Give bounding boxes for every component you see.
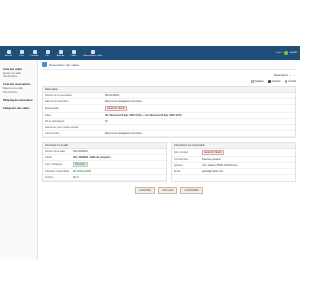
nav-reservations[interactable]: Réservations salles bbox=[81, 49, 105, 57]
user-name[interactable]: ADMIN bbox=[290, 52, 297, 54]
finance-icon bbox=[45, 49, 50, 54]
calendar-icon bbox=[58, 49, 63, 54]
nav-fin[interactable]: Fin. bbox=[42, 49, 53, 57]
top-navbar: Accueil Tiers Produits Fin. Agenda Outil… bbox=[0, 46, 300, 60]
main-content: Réservation des salles Réservations ‹ › … bbox=[42, 60, 296, 194]
nav-agenda[interactable]: Agenda bbox=[55, 49, 66, 57]
sidebar-link[interactable]: Voir Archivés bbox=[3, 91, 34, 94]
sidebar-group-reservations: Liste des réservations Réserver une sall… bbox=[3, 83, 34, 93]
radio-icon bbox=[284, 80, 288, 83]
view-options: Détaillée Agrandir Vertical bbox=[42, 80, 296, 83]
product-icon bbox=[32, 49, 37, 54]
responsible-chip[interactable]: Gérard D. Martin bbox=[105, 106, 127, 111]
sidebar-title[interactable]: Liste des salles bbox=[3, 68, 34, 71]
room-icon bbox=[91, 49, 95, 54]
instance-label: Inst.1 bbox=[276, 52, 282, 54]
nav-outils[interactable]: Outils bbox=[68, 49, 79, 57]
record-nav: Réservations ‹ › bbox=[42, 73, 296, 77]
tools-icon bbox=[71, 49, 76, 54]
action-bar: MODIFIER ANNULER SUPPRIMER bbox=[42, 187, 296, 194]
page-title: Réservation des salles bbox=[49, 62, 80, 67]
radio-checked-icon bbox=[267, 80, 271, 83]
delete-button[interactable]: SUPPRIMER bbox=[180, 187, 203, 194]
nav-accueil[interactable]: Accueil bbox=[3, 49, 14, 57]
record-nav-label: Réservations bbox=[274, 73, 288, 77]
sidebar-title[interactable]: Catégories des salles bbox=[3, 107, 34, 110]
table-row: Surface 60 m² bbox=[43, 175, 166, 181]
reservation-card: Réservation Numéro de la réservation RS-0… bbox=[42, 86, 296, 138]
avatar[interactable] bbox=[283, 51, 288, 55]
sidebar-group-planning: Planning de réservation bbox=[3, 99, 34, 102]
responsible-chip[interactable]: Gérard D. Martin bbox=[202, 150, 224, 155]
view-option-1[interactable]: Agrandir bbox=[267, 80, 281, 83]
view-option-2[interactable]: Vertical bbox=[284, 80, 296, 83]
table-row: Email gerard@martin.com bbox=[172, 169, 295, 175]
prev-arrow-icon[interactable]: ‹ bbox=[289, 73, 292, 77]
sidebar-group-salles: Liste des salles Ajouter une salle Voir … bbox=[3, 68, 34, 78]
home-icon bbox=[6, 49, 11, 54]
modify-button[interactable]: MODIFIER bbox=[135, 187, 156, 194]
view-option-0[interactable]: Détaillée bbox=[251, 80, 264, 83]
cancel-button[interactable]: ANNULER bbox=[158, 187, 178, 194]
nav-produits[interactable]: Produits bbox=[29, 49, 40, 57]
radio-icon bbox=[251, 80, 254, 83]
sidebar-title[interactable]: Liste des réservations bbox=[3, 83, 34, 86]
table-row: Type / Catégorie Réception bbox=[43, 161, 166, 169]
responsible-info-card: Informations sur responsable Nom complet… bbox=[171, 142, 296, 182]
room-icon bbox=[42, 62, 47, 67]
sidebar: Liste des salles Ajouter une salle Voir … bbox=[0, 60, 38, 260]
sidebar-title[interactable]: Planning de réservation bbox=[3, 99, 34, 102]
table-row: Nom complet Gérard D. Martin bbox=[172, 149, 295, 157]
tiers-icon bbox=[19, 49, 24, 54]
sidebar-link[interactable]: Voir Archivés bbox=[3, 75, 34, 78]
nav-tiers[interactable]: Tiers bbox=[16, 49, 27, 57]
category-tag: Réception bbox=[73, 162, 88, 167]
details-columns: Information de la salle Numéro de la sal… bbox=[42, 142, 296, 182]
sidebar-group-categories: Catégories des salles bbox=[3, 107, 34, 110]
room-info-card: Information de la salle Numéro de la sal… bbox=[42, 142, 167, 182]
table-row: Responsable Gérard D. Martin bbox=[43, 105, 295, 113]
table-row: Commentaire Réservé les délégations de Fr… bbox=[43, 131, 295, 137]
page-header: Réservation des salles bbox=[42, 60, 296, 70]
next-arrow-icon[interactable]: › bbox=[293, 73, 296, 77]
